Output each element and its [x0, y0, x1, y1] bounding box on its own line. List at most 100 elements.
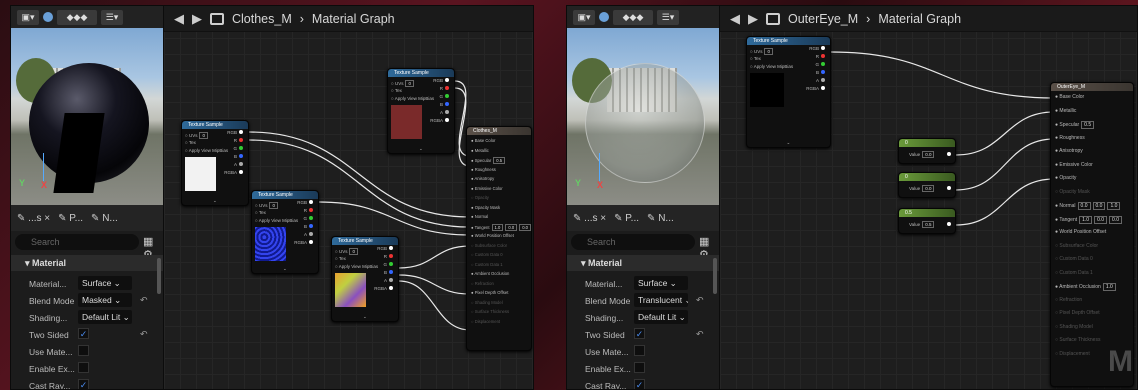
forward-icon[interactable]: ▶ [748, 11, 758, 27]
node-input-pin[interactable]: ○ Apply View MipBias [255, 218, 298, 223]
connection-wire[interactable] [955, 178, 1055, 226]
tab-parameters[interactable]: ✎ P... [614, 213, 639, 224]
uv-value[interactable]: 0 [405, 80, 414, 87]
node-output-pin[interactable]: G [383, 262, 395, 267]
pin-value[interactable]: 1.0 [1102, 283, 1116, 291]
connection-wire[interactable] [955, 138, 1055, 191]
section-header[interactable]: ▾ Material [567, 255, 719, 271]
property-dropdown[interactable]: Surface ⌄ [634, 276, 688, 290]
texture-sample-node[interactable]: Texture Sample ○ UVs 0 ○ Tex ○ Apply View Mi… [746, 36, 831, 148]
property-dropdown[interactable]: Default Lit ⌄ [634, 310, 688, 324]
node-header[interactable]: 0.5 [899, 209, 955, 217]
viewport-options-button[interactable]: ▣▾ [573, 9, 595, 25]
node-output-pin[interactable]: R [440, 86, 451, 91]
material-input-pin[interactable]: ● Emissive Color [471, 186, 503, 191]
reset-icon[interactable]: ↶ [696, 329, 704, 340]
property-checkbox[interactable]: ✓ [78, 379, 89, 389]
node-output-pin[interactable]: A [304, 232, 315, 237]
pin-value[interactable]: 0.0 [1094, 215, 1108, 224]
node-output-pin[interactable]: RGBA [294, 240, 315, 245]
node-output-pin[interactable]: RGBA [224, 170, 245, 175]
scrollbar[interactable] [713, 258, 717, 294]
material-input-pin[interactable]: ● Base Color [471, 138, 495, 143]
node-input-pin[interactable]: ○ Tex [185, 140, 196, 145]
material-input-pin[interactable]: ● Specular 0.5 [1055, 121, 1095, 129]
material-input-pin[interactable]: ● Anisotropy [1055, 148, 1083, 154]
node-input-pin[interactable]: ○ UVs 0 [750, 48, 773, 55]
value-box[interactable]: 0.0 [922, 151, 935, 158]
node-input-pin[interactable]: ○ Tex [750, 56, 761, 61]
viewport-options-button[interactable]: ▣▾ [17, 9, 39, 25]
back-icon[interactable]: ◀ [174, 11, 184, 27]
connection-wire[interactable] [955, 111, 1055, 156]
collapse-chevron-icon[interactable]: ⌄ [787, 140, 791, 146]
material-input-pin[interactable]: ○ Surface Thickness [471, 309, 509, 314]
search-input[interactable]: Search [571, 234, 695, 250]
node-header[interactable]: Clothes_M [467, 127, 531, 135]
node-input-pin[interactable]: ○ Apply View MipBias [750, 64, 793, 69]
material-input-pin[interactable]: ○ Subsurface Color [471, 243, 507, 248]
material-input-pin[interactable]: ● World Position Offset [1055, 229, 1106, 235]
property-dropdown[interactable]: Surface ⌄ [78, 276, 132, 290]
node-header[interactable]: Texture Sample [747, 37, 830, 45]
connection-wire[interactable] [398, 280, 471, 331]
node-header[interactable]: Texture Sample [388, 69, 454, 77]
node-input-pin[interactable]: ○ Tex [335, 256, 346, 261]
material-input-pin[interactable]: ○ Refraction [471, 281, 494, 286]
material-result-node[interactable]: OuterEye_M ● Base Color ● Metallic ● Specul… [1050, 82, 1134, 387]
material-input-pin[interactable]: ● Emissive Color [1055, 162, 1093, 168]
node-output-pin[interactable]: R [816, 54, 827, 59]
material-input-pin[interactable]: ● Opacity Mask [471, 205, 500, 210]
pin-value[interactable]: 0.0 [1109, 215, 1122, 224]
node-output-pin[interactable]: B [304, 224, 315, 229]
scrollbar[interactable] [157, 258, 161, 294]
node-output-pin[interactable]: A [234, 162, 245, 167]
output-pin-icon[interactable] [947, 222, 951, 226]
pin-value[interactable]: 0.5 [493, 157, 506, 164]
constant-value-row[interactable]: Value 0.0 [909, 151, 935, 158]
node-input-pin[interactable]: ○ UVs 0 [391, 80, 414, 87]
back-icon[interactable]: ◀ [730, 11, 740, 27]
connection-wire[interactable] [398, 245, 471, 269]
node-output-pin[interactable]: G [815, 62, 827, 67]
node-output-pin[interactable]: B [384, 270, 395, 275]
connection-wire[interactable] [398, 274, 471, 295]
node-output-pin[interactable]: RGB [809, 46, 827, 51]
tab-details[interactable]: ✎ ...s × [17, 213, 50, 224]
node-output-pin[interactable]: A [384, 278, 395, 283]
material-input-pin[interactable]: ● Metallic [1055, 108, 1076, 114]
output-pin-icon[interactable] [947, 152, 951, 156]
constant-node[interactable]: 0 Value 0.0 [898, 172, 956, 198]
node-input-pin[interactable]: ○ Apply View MipBias [185, 148, 228, 153]
pin-value[interactable]: 0.0 [505, 223, 518, 231]
node-header[interactable]: 0 [899, 173, 955, 181]
node-output-pin[interactable]: A [440, 110, 451, 115]
forward-icon[interactable]: ▶ [192, 11, 202, 27]
node-output-pin[interactable]: RGB [227, 130, 245, 135]
material-input-pin[interactable]: ● Pixel Depth Offset [471, 290, 508, 295]
node-output-pin[interactable]: RGB [297, 200, 315, 205]
node-output-pin[interactable]: RGB [377, 246, 395, 251]
pin-value[interactable]: 1.0 [1079, 215, 1093, 224]
node-header[interactable]: Texture Sample [182, 121, 248, 129]
node-header[interactable]: OuterEye_M [1051, 83, 1133, 91]
menu-icon[interactable]: ☰▾ [657, 9, 679, 25]
property-checkbox[interactable] [634, 345, 645, 356]
node-output-pin[interactable]: RGBA [806, 86, 827, 91]
uv-value[interactable]: 0 [199, 132, 208, 139]
material-input-pin[interactable]: ● Ambient Occlusion [471, 271, 509, 276]
node-output-pin[interactable]: B [816, 70, 827, 75]
node-output-pin[interactable]: B [440, 102, 451, 107]
collapse-chevron-icon[interactable]: ⌄ [419, 146, 423, 152]
tab-details[interactable]: ✎ ...s × [573, 213, 606, 224]
material-input-pin[interactable]: ● Specular 0.5 [471, 157, 506, 164]
reset-icon[interactable]: ↶ [140, 329, 148, 340]
node-input-pin[interactable]: ○ UVs 0 [185, 132, 208, 139]
material-input-pin[interactable]: ○ Displacement [471, 319, 500, 324]
tab-parameters[interactable]: ✎ P... [58, 213, 83, 224]
node-output-pin[interactable]: R [384, 254, 395, 259]
material-input-pin[interactable]: ● World Position Offset [471, 233, 514, 238]
collapse-chevron-icon[interactable]: ⌄ [213, 198, 217, 204]
material-input-pin[interactable]: ○ Refraction [1055, 297, 1082, 303]
material-input-pin[interactable]: ● Ambient Occlusion 1.0 [1055, 283, 1116, 291]
